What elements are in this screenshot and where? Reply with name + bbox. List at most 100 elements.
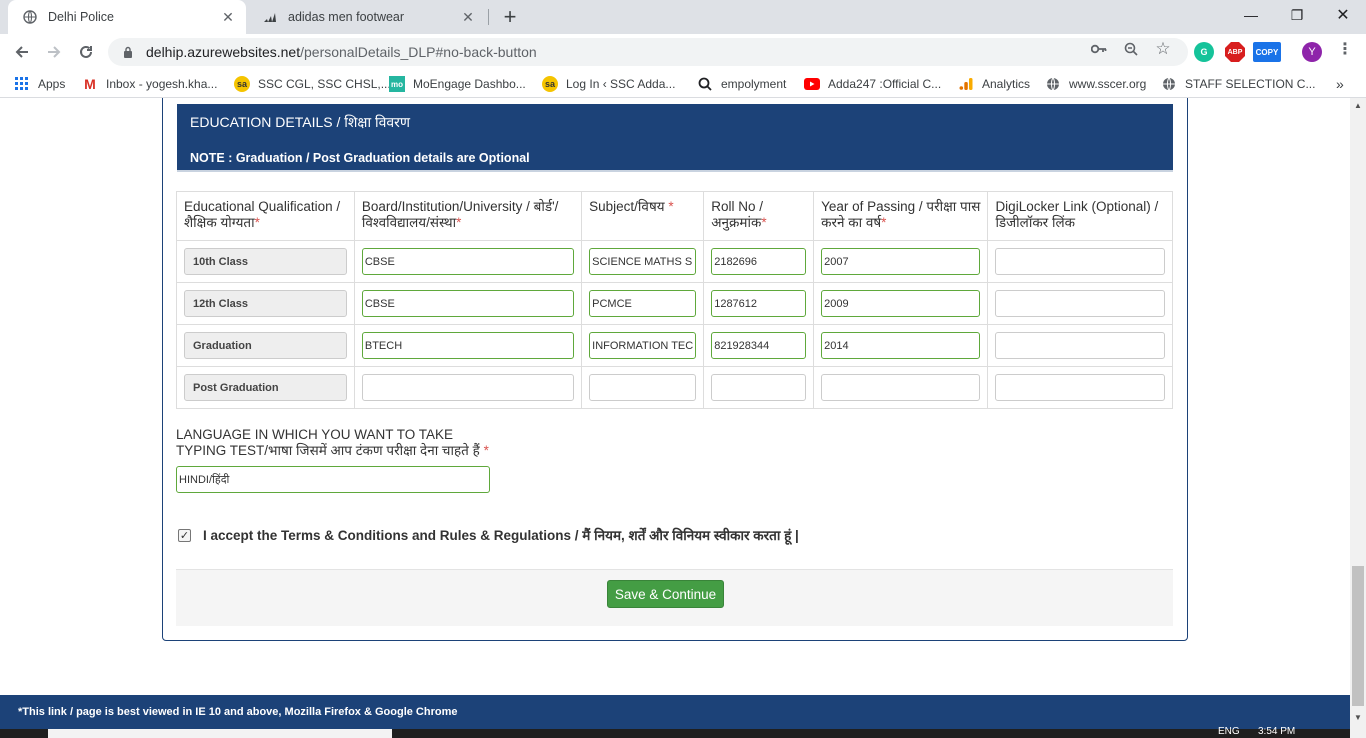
- bookmark-sscer[interactable]: www.sscer.org: [1045, 70, 1146, 98]
- globe-icon: [22, 9, 38, 25]
- menu-kebab-icon[interactable]: ⋮: [1336, 40, 1354, 58]
- required-marker: *: [456, 215, 462, 230]
- bookmark-label: MoEngage Dashbo...: [413, 77, 526, 91]
- bookmark-star-icon[interactable]: ☆: [1154, 39, 1172, 58]
- education-section-header: EDUCATION DETAILS / शिक्षा विवरण NOTE : …: [177, 104, 1173, 172]
- tab-adidas[interactable]: adidas men footwear ✕: [248, 0, 486, 34]
- tab-separator: [488, 9, 489, 25]
- apps-grid-icon: [14, 76, 30, 92]
- header-text: Educational Qualification / शैक्षिक योग्…: [184, 199, 341, 230]
- reload-icon[interactable]: [72, 38, 100, 66]
- profile-avatar[interactable]: Y: [1302, 42, 1322, 62]
- qualification-field: Graduation: [184, 332, 347, 359]
- bookmark-label: Analytics: [982, 77, 1031, 91]
- adidas-icon: [262, 9, 278, 25]
- restore-icon[interactable]: ❐: [1274, 0, 1320, 30]
- url-path: /personalDetails_DLP#no-back-button: [300, 44, 537, 60]
- grammarly-icon[interactable]: G: [1194, 42, 1214, 62]
- bookmark-apps[interactable]: Apps: [14, 70, 65, 98]
- digilocker-input[interactable]: [995, 248, 1165, 275]
- roll-no-input[interactable]: [711, 374, 807, 401]
- page-viewport: EDUCATION DETAILS / शिक्षा विवरण NOTE : …: [0, 98, 1350, 738]
- board-input[interactable]: CBSE: [361, 290, 575, 317]
- taskbar-search-box[interactable]: [48, 729, 392, 738]
- bookmark-analytics[interactable]: Analytics: [958, 70, 1030, 98]
- copy-extension-icon[interactable]: COPY: [1253, 42, 1281, 62]
- bookmark-label: STAFF SELECTION C...: [1185, 77, 1316, 91]
- typing-language-select[interactable]: HINDI/हिंदी: [176, 466, 490, 493]
- page-footer: *This link / page is best viewed in IE 1…: [0, 695, 1350, 729]
- bookmark-adda247[interactable]: Adda247 :Official C...: [804, 70, 941, 98]
- minimize-icon[interactable]: —: [1228, 0, 1274, 30]
- qualification-field: Post Graduation: [184, 374, 347, 401]
- digilocker-input[interactable]: [995, 290, 1165, 317]
- more-bookmarks-chevron-icon[interactable]: »: [1336, 70, 1344, 98]
- board-input[interactable]: [361, 374, 575, 401]
- bookmark-ssc-adda[interactable]: sa Log In ‹ SSC Adda...: [542, 70, 675, 98]
- roll-no-input[interactable]: 1287612: [711, 290, 807, 317]
- bookmark-label: www.sscer.org: [1069, 77, 1147, 91]
- scrollbar-thumb[interactable]: [1352, 566, 1364, 706]
- tab-title: adidas men footwear: [288, 10, 405, 24]
- qualification-field: 10th Class: [184, 248, 347, 275]
- page-scrollbar[interactable]: ▲ ▼: [1350, 98, 1366, 738]
- required-marker: *: [254, 215, 260, 230]
- save-continue-button[interactable]: Save & Continue: [607, 580, 724, 608]
- key-icon[interactable]: [1090, 40, 1108, 58]
- scroll-down-arrow-icon[interactable]: ▼: [1350, 710, 1366, 724]
- bookmark-label: SSC CGL, SSC CHSL,...: [258, 77, 391, 91]
- browser-tabstrip: Delhi Police ✕ adidas men footwear ✕ + —…: [0, 0, 1366, 34]
- sa-icon: sa: [542, 76, 558, 92]
- tab-delhi-police[interactable]: Delhi Police ✕: [8, 0, 246, 34]
- board-input[interactable]: CBSE: [361, 248, 575, 275]
- bookmark-empolyment[interactable]: empolyment: [697, 70, 786, 98]
- back-arrow-icon[interactable]: [8, 38, 36, 66]
- analytics-icon: [958, 76, 974, 92]
- required-marker: *: [483, 443, 489, 458]
- windows-taskbar: ENG 3:54 PM: [0, 726, 1350, 738]
- close-tab-icon[interactable]: ✕: [460, 9, 476, 25]
- subject-input[interactable]: PCMCE: [589, 290, 697, 317]
- lock-icon[interactable]: [120, 46, 136, 58]
- subject-input[interactable]: INFORMATION TEC: [589, 332, 697, 359]
- bookmark-ssc-cgl[interactable]: sa SSC CGL, SSC CHSL,...: [234, 70, 391, 98]
- roll-no-input[interactable]: 821928344: [711, 332, 807, 359]
- scroll-up-arrow-icon[interactable]: ▲: [1350, 98, 1366, 112]
- board-input[interactable]: BTECH: [361, 332, 575, 359]
- zoom-icon[interactable]: [1122, 40, 1140, 58]
- new-tab-icon[interactable]: +: [498, 4, 522, 29]
- close-window-icon[interactable]: ✕: [1320, 0, 1366, 30]
- bookmark-moengage[interactable]: mo MoEngage Dashbo...: [389, 70, 526, 98]
- address-bar[interactable]: delhip.azurewebsites.net/personalDetails…: [108, 38, 1188, 66]
- close-tab-icon[interactable]: ✕: [220, 9, 236, 25]
- bookmark-label: Inbox - yogesh.kha...: [106, 77, 218, 91]
- table-row: Graduation BTECH INFORMATION TEC 8219283…: [176, 324, 1173, 367]
- form-actions: Save & Continue: [176, 569, 1173, 626]
- forward-arrow-icon[interactable]: [40, 38, 68, 66]
- typing-language-label: LANGUAGE IN WHICH YOU WANT TO TAKE TYPIN…: [176, 427, 506, 459]
- digilocker-input[interactable]: [995, 332, 1165, 359]
- qualification-field: 12th Class: [184, 290, 347, 317]
- header-qualification: Educational Qualification / शैक्षिक योग्…: [176, 191, 355, 241]
- terms-checkbox[interactable]: ✓: [178, 528, 191, 542]
- education-table: Educational Qualification / शैक्षिक योग्…: [176, 191, 1173, 409]
- bookmark-staff-selection[interactable]: STAFF SELECTION C...: [1161, 70, 1315, 98]
- header-subject: Subject/विषय *: [581, 191, 705, 241]
- gmail-icon: M: [84, 76, 96, 92]
- globe-icon: [1161, 76, 1177, 92]
- header-text: Roll No / अनुक्रमांक: [711, 199, 763, 230]
- roll-no-input[interactable]: 2182696: [711, 248, 807, 275]
- subject-input[interactable]: [589, 374, 697, 401]
- digilocker-input[interactable]: [995, 374, 1165, 401]
- moengage-icon: mo: [389, 76, 405, 92]
- footer-text: *This link / page is best viewed in IE 1…: [18, 706, 458, 718]
- adblock-plus-icon[interactable]: ABP: [1225, 42, 1245, 62]
- year-input[interactable]: [821, 374, 981, 401]
- bookmark-gmail[interactable]: M Inbox - yogesh.kha...: [82, 70, 217, 98]
- year-input[interactable]: 2007: [821, 248, 981, 275]
- subject-input[interactable]: SCIENCE MATHS S: [589, 248, 697, 275]
- header-text: Year of Passing / परीक्षा पास करने का वर…: [821, 199, 981, 230]
- terms-label: I accept the Terms & Conditions and Rule…: [203, 528, 799, 543]
- year-input[interactable]: 2014: [821, 332, 981, 359]
- year-input[interactable]: 2009: [821, 290, 981, 317]
